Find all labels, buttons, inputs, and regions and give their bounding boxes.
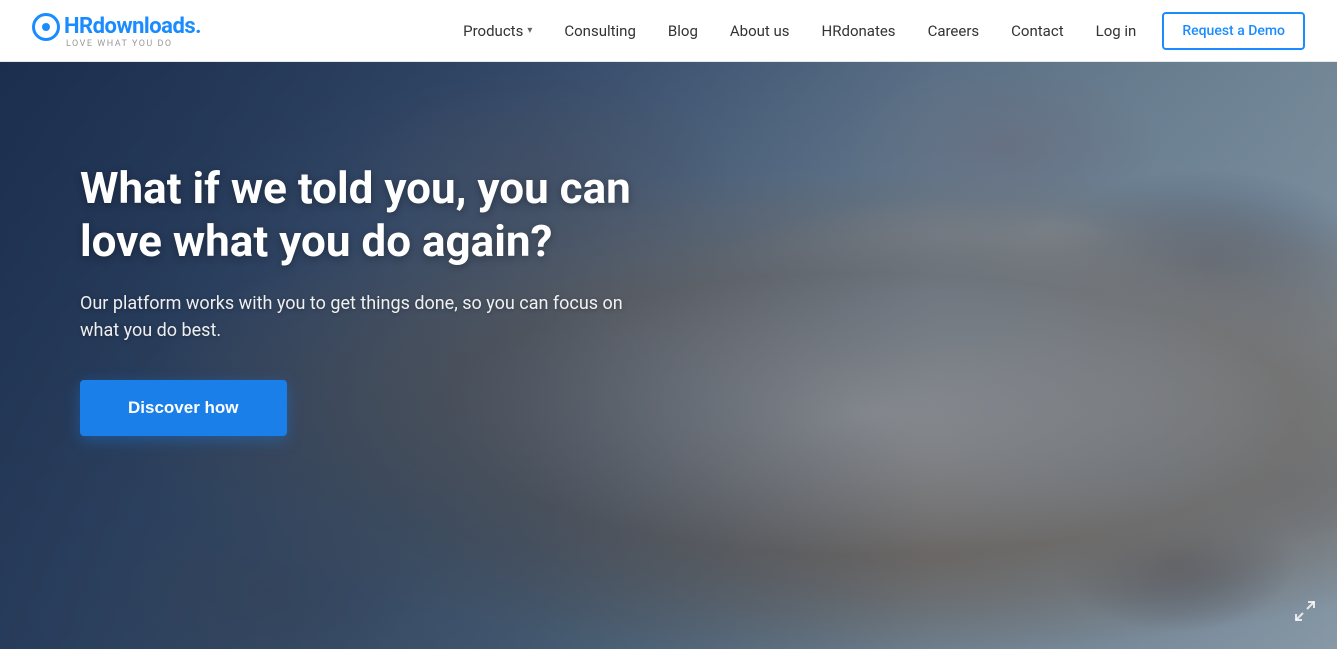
hero-section: What if we told you, you can love what y… <box>0 62 1337 649</box>
nav-item-consulting[interactable]: Consulting <box>550 14 650 48</box>
header: HRdownloads. LOVE WHAT YOU DO Products ▾… <box>0 0 1337 62</box>
logo-icon <box>32 13 60 41</box>
nav-item-hrdonates[interactable]: HRdonates <box>808 14 910 48</box>
logo-area[interactable]: HRdownloads. LOVE WHAT YOU DO <box>32 13 201 49</box>
discover-how-button[interactable]: Discover how <box>80 380 287 436</box>
nav-item-careers[interactable]: Careers <box>914 14 994 48</box>
hero-content: What if we told you, you can love what y… <box>80 162 640 436</box>
request-demo-button[interactable]: Request a Demo <box>1162 12 1305 50</box>
dropdown-arrow-icon: ▾ <box>527 25 532 36</box>
expand-icon[interactable] <box>1293 599 1317 629</box>
logo-name: HRdownloads. <box>64 14 201 39</box>
nav-item-products[interactable]: Products ▾ <box>449 14 546 48</box>
hero-subtext: Our platform works with you to get thing… <box>80 290 640 344</box>
nav-item-contact[interactable]: Contact <box>997 14 1077 48</box>
logo-tagline: LOVE WHAT YOU DO <box>66 39 173 49</box>
main-nav: Products ▾ Consulting Blog About us HRdo… <box>449 12 1305 50</box>
nav-item-about[interactable]: About us <box>716 14 804 48</box>
login-button[interactable]: Log in <box>1082 14 1151 48</box>
hero-headline: What if we told you, you can love what y… <box>80 162 640 268</box>
nav-item-blog[interactable]: Blog <box>654 14 712 48</box>
